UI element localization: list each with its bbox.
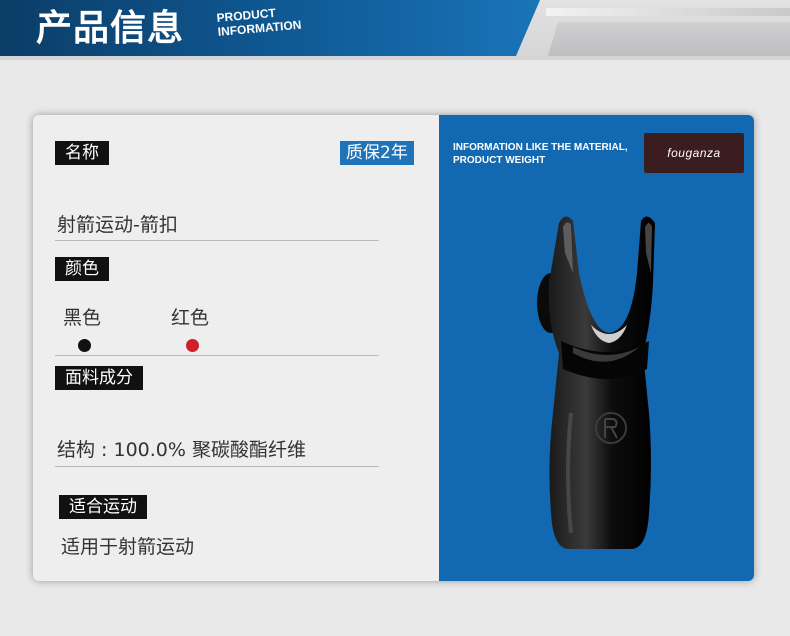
- divider: [55, 240, 379, 241]
- color-label: 颜色: [55, 257, 109, 281]
- product-info-card: 名称 质保2年 射箭运动-箭扣 颜色 黑色 红色 面料成分 结构 : 100.0…: [33, 115, 754, 581]
- spec-panel: 名称 质保2年 射箭运动-箭扣 颜色 黑色 红色 面料成分 结构 : 100.0…: [33, 115, 439, 581]
- black-swatch: [78, 339, 91, 352]
- color-option-red: 红色: [171, 307, 210, 329]
- header-band: 产品信息 PRODUCT INFORMATION: [0, 0, 790, 60]
- image-panel: INFORMATION LIKE THE MATERIAL, PRODUCT W…: [439, 115, 754, 581]
- divider: [55, 355, 379, 356]
- red-swatch: [186, 339, 199, 352]
- page-title: 产品信息: [36, 8, 185, 49]
- usage-value: 适用于射箭运动: [61, 536, 195, 558]
- product-name: 射箭运动-箭扣: [57, 214, 178, 236]
- name-label: 名称: [55, 141, 109, 165]
- divider: [55, 466, 379, 467]
- header-decor-block: [548, 22, 790, 56]
- color-option-black: 黑色: [63, 307, 102, 329]
- usage-label: 适合运动: [59, 495, 147, 519]
- arrow-nock-icon: [537, 216, 655, 550]
- material-label: 面料成分: [55, 366, 143, 390]
- info-line-1: INFORMATION LIKE THE MATERIAL,: [453, 142, 628, 153]
- brand-logo: fouganza: [644, 133, 744, 173]
- info-line-2: PRODUCT WEIGHT: [453, 155, 546, 166]
- material-value: 结构 : 100.0% 聚碳酸酯纤维: [57, 439, 306, 461]
- warranty-badge: 质保2年: [340, 141, 414, 165]
- info-caption: INFORMATION LIKE THE MATERIAL, PRODUCT W…: [453, 141, 643, 167]
- header-decor-strip: [546, 8, 790, 16]
